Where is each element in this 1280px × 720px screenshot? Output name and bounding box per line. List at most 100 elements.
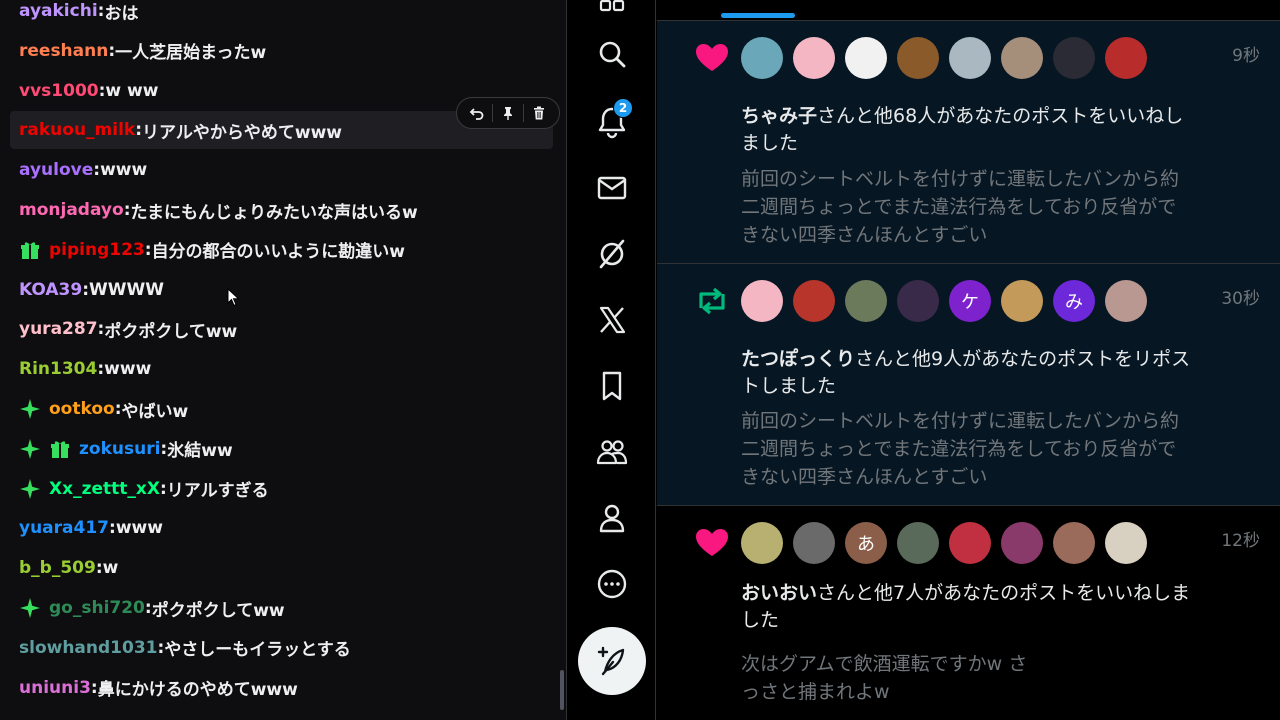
chat-separator: : — [90, 677, 98, 698]
avatar[interactable] — [1001, 280, 1043, 322]
chat-separator: : — [97, 319, 105, 340]
avatar[interactable] — [1001, 522, 1043, 564]
avatar[interactable] — [949, 37, 991, 79]
chat-message[interactable]: piping123: 自分の都合のいいように勘違いw — [10, 231, 553, 269]
chat-message[interactable]: yura287: ポクポクしてww — [10, 310, 553, 348]
chat-separator: : — [160, 438, 168, 459]
avatar[interactable]: あ — [845, 522, 887, 564]
avatar[interactable] — [741, 522, 783, 564]
delete-icon[interactable] — [527, 101, 551, 125]
chat-message[interactable]: slowhand1031: やさしーもイラッとする — [10, 629, 553, 667]
chat-username[interactable]: vvs1000 — [19, 81, 99, 101]
grok-icon[interactable] — [595, 237, 629, 271]
chat-username[interactable]: monjadayo — [19, 200, 124, 220]
avatar[interactable] — [897, 522, 939, 564]
chat-message[interactable]: reeshann: 一人芝居始まったw — [10, 32, 553, 70]
chat-scrollbar[interactable] — [560, 670, 564, 710]
quoted-post-text: 前回のシートベルトを付けずに運転したバンから約二週間ちょっとでまた違法行為をして… — [741, 168, 1179, 246]
notification-user[interactable]: ちゃみ子 — [741, 105, 817, 127]
chat-message[interactable]: ootkoo: やばいw — [10, 390, 553, 428]
avatar[interactable] — [1105, 37, 1147, 79]
grid-icon[interactable] — [595, 0, 629, 16]
chat-username[interactable]: go_shi720 — [49, 598, 145, 618]
chat-message[interactable]: Xx_zettt_xX: リアルすぎる — [10, 470, 553, 508]
chat-username[interactable]: yuara417 — [19, 518, 109, 538]
active-tab-indicator — [721, 13, 795, 18]
avatar[interactable] — [897, 280, 939, 322]
chat-message[interactable]: ayulove: www — [10, 151, 553, 189]
avatar[interactable] — [793, 522, 835, 564]
chat-username[interactable]: Xx_zettt_xX — [49, 479, 160, 499]
profile-icon[interactable] — [595, 501, 629, 535]
sparkle-icon[interactable] — [19, 478, 41, 500]
chat-username[interactable]: b_b_509 — [19, 558, 96, 578]
avatar[interactable]: ケ — [949, 280, 991, 322]
chat-username[interactable]: slowhand1031 — [19, 638, 158, 658]
notification-item[interactable]: あ 12秒 おいおいさんと他7人があなたのポストをいいねしました 次はグアムで飲… — [657, 506, 1280, 720]
chat-message[interactable]: b_b_509: w — [10, 549, 553, 587]
chat-separator: : — [93, 160, 101, 181]
chat-message[interactable]: monjadayo: たまにもんじょりみたいな声はいるw — [10, 191, 553, 229]
communities-icon[interactable] — [595, 435, 629, 469]
avatar[interactable] — [741, 280, 783, 322]
avatar[interactable] — [1105, 280, 1147, 322]
avatar[interactable] — [897, 37, 939, 79]
chat-username[interactable]: Rin1304 — [19, 359, 97, 379]
avatar[interactable] — [793, 280, 835, 322]
mail-icon[interactable] — [595, 171, 629, 205]
more-icon[interactable] — [595, 567, 629, 601]
chat-username[interactable]: ayakichi — [19, 1, 98, 21]
chat-message-text: www — [104, 359, 152, 380]
sparkle-icon[interactable] — [19, 438, 41, 460]
chat-username[interactable]: uniuni3 — [19, 678, 91, 698]
chat-message[interactable]: ayakichi: おは — [10, 0, 553, 30]
divider — [523, 104, 525, 122]
notification-text: おいおいさんと他7人があなたのポストをいいねしました — [741, 580, 1201, 634]
avatar[interactable] — [793, 37, 835, 79]
avatar[interactable] — [1105, 522, 1147, 564]
chat-separator: : — [114, 399, 122, 419]
avatar[interactable] — [1053, 522, 1095, 564]
avatar[interactable] — [1001, 37, 1043, 79]
chat-username[interactable]: reeshann — [19, 41, 108, 61]
chat-username[interactable]: rakuou_milk — [19, 120, 135, 140]
sparkle-icon[interactable] — [19, 597, 41, 619]
notification-item[interactable]: ケみ 30秒 たつぽっくりさんと他9人があなたのポストをリポストしました 前回の… — [657, 264, 1280, 506]
avatar[interactable] — [741, 37, 783, 79]
chat-message[interactable]: KOA39: WWWW — [10, 271, 553, 309]
chat-message-text: w — [102, 558, 119, 579]
chat-message[interactable]: uniuni3: 鼻にかけるのやめてwww — [10, 669, 553, 707]
bookmark-icon[interactable] — [595, 369, 629, 403]
chat-username[interactable]: zokusuri — [79, 439, 160, 459]
chat-message-text: ポクポクしてww — [104, 321, 238, 342]
chat-message[interactable]: yuara417: www — [10, 509, 553, 547]
gift-icon[interactable] — [49, 438, 71, 460]
chat-username[interactable]: ayulove — [19, 160, 93, 180]
avatar[interactable] — [845, 280, 887, 322]
avatar[interactable] — [949, 522, 991, 564]
x-logo-icon[interactable] — [595, 303, 629, 337]
notification-user[interactable]: たつぽっくり — [741, 348, 855, 370]
chat-username[interactable]: piping123 — [49, 240, 145, 260]
chat-message[interactable]: Rin1304: www — [10, 350, 553, 388]
notification-text: ちゃみ子さんと他68人があなたのポストをいいねしました — [741, 103, 1201, 157]
chat-message[interactable]: zokusuri: 氷結ww — [10, 430, 553, 468]
chat-username[interactable]: KOA39 — [19, 280, 82, 300]
notification-user[interactable]: おいおい — [741, 582, 817, 604]
avatar[interactable] — [1053, 37, 1095, 79]
compose-feather-icon — [597, 646, 625, 676]
chat-username[interactable]: ootkoo — [49, 399, 115, 419]
gift-icon[interactable] — [19, 239, 41, 261]
avatar[interactable] — [845, 37, 887, 79]
compose-post-button[interactable] — [578, 627, 646, 695]
pin-icon[interactable] — [496, 101, 520, 125]
chat-message[interactable]: go_shi720: ポクポクしてww — [10, 589, 553, 627]
undo-icon[interactable] — [465, 101, 489, 125]
side-navigation: 2 — [566, 0, 656, 720]
avatar[interactable]: み — [1053, 280, 1095, 322]
chat-message-text: おは — [104, 3, 139, 24]
search-icon[interactable] — [595, 37, 629, 71]
sparkle-icon[interactable] — [19, 398, 41, 420]
chat-username[interactable]: yura287 — [19, 319, 98, 339]
notification-item[interactable]: 9秒 ちゃみ子さんと他68人があなたのポストをいいねしました 前回のシートベルト… — [657, 21, 1280, 264]
